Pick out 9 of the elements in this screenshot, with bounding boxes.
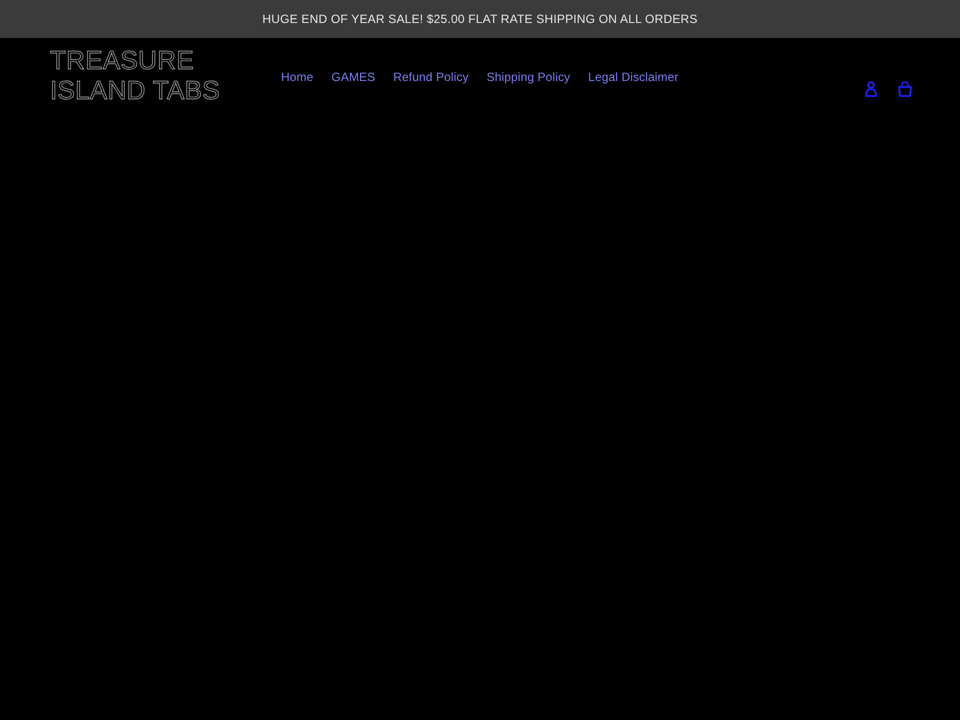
nav-link[interactable]: Legal Disclaimer — [588, 69, 678, 85]
nav-link[interactable]: GAMES — [331, 69, 376, 85]
announcement-text: HUGE END OF YEAR SALE! $25.00 FLAT RATE SHIPPING ON ALL ORDERS — [262, 11, 698, 28]
account-icon[interactable] — [864, 81, 878, 97]
nav-link[interactable]: Home — [281, 69, 314, 85]
logo[interactable]: TREASURE ISLAND TABS — [50, 45, 250, 105]
nav-link[interactable]: Refund Policy — [393, 69, 469, 85]
nav-link[interactable]: Shipping Policy — [486, 69, 570, 85]
cart-icon[interactable] — [898, 81, 912, 97]
